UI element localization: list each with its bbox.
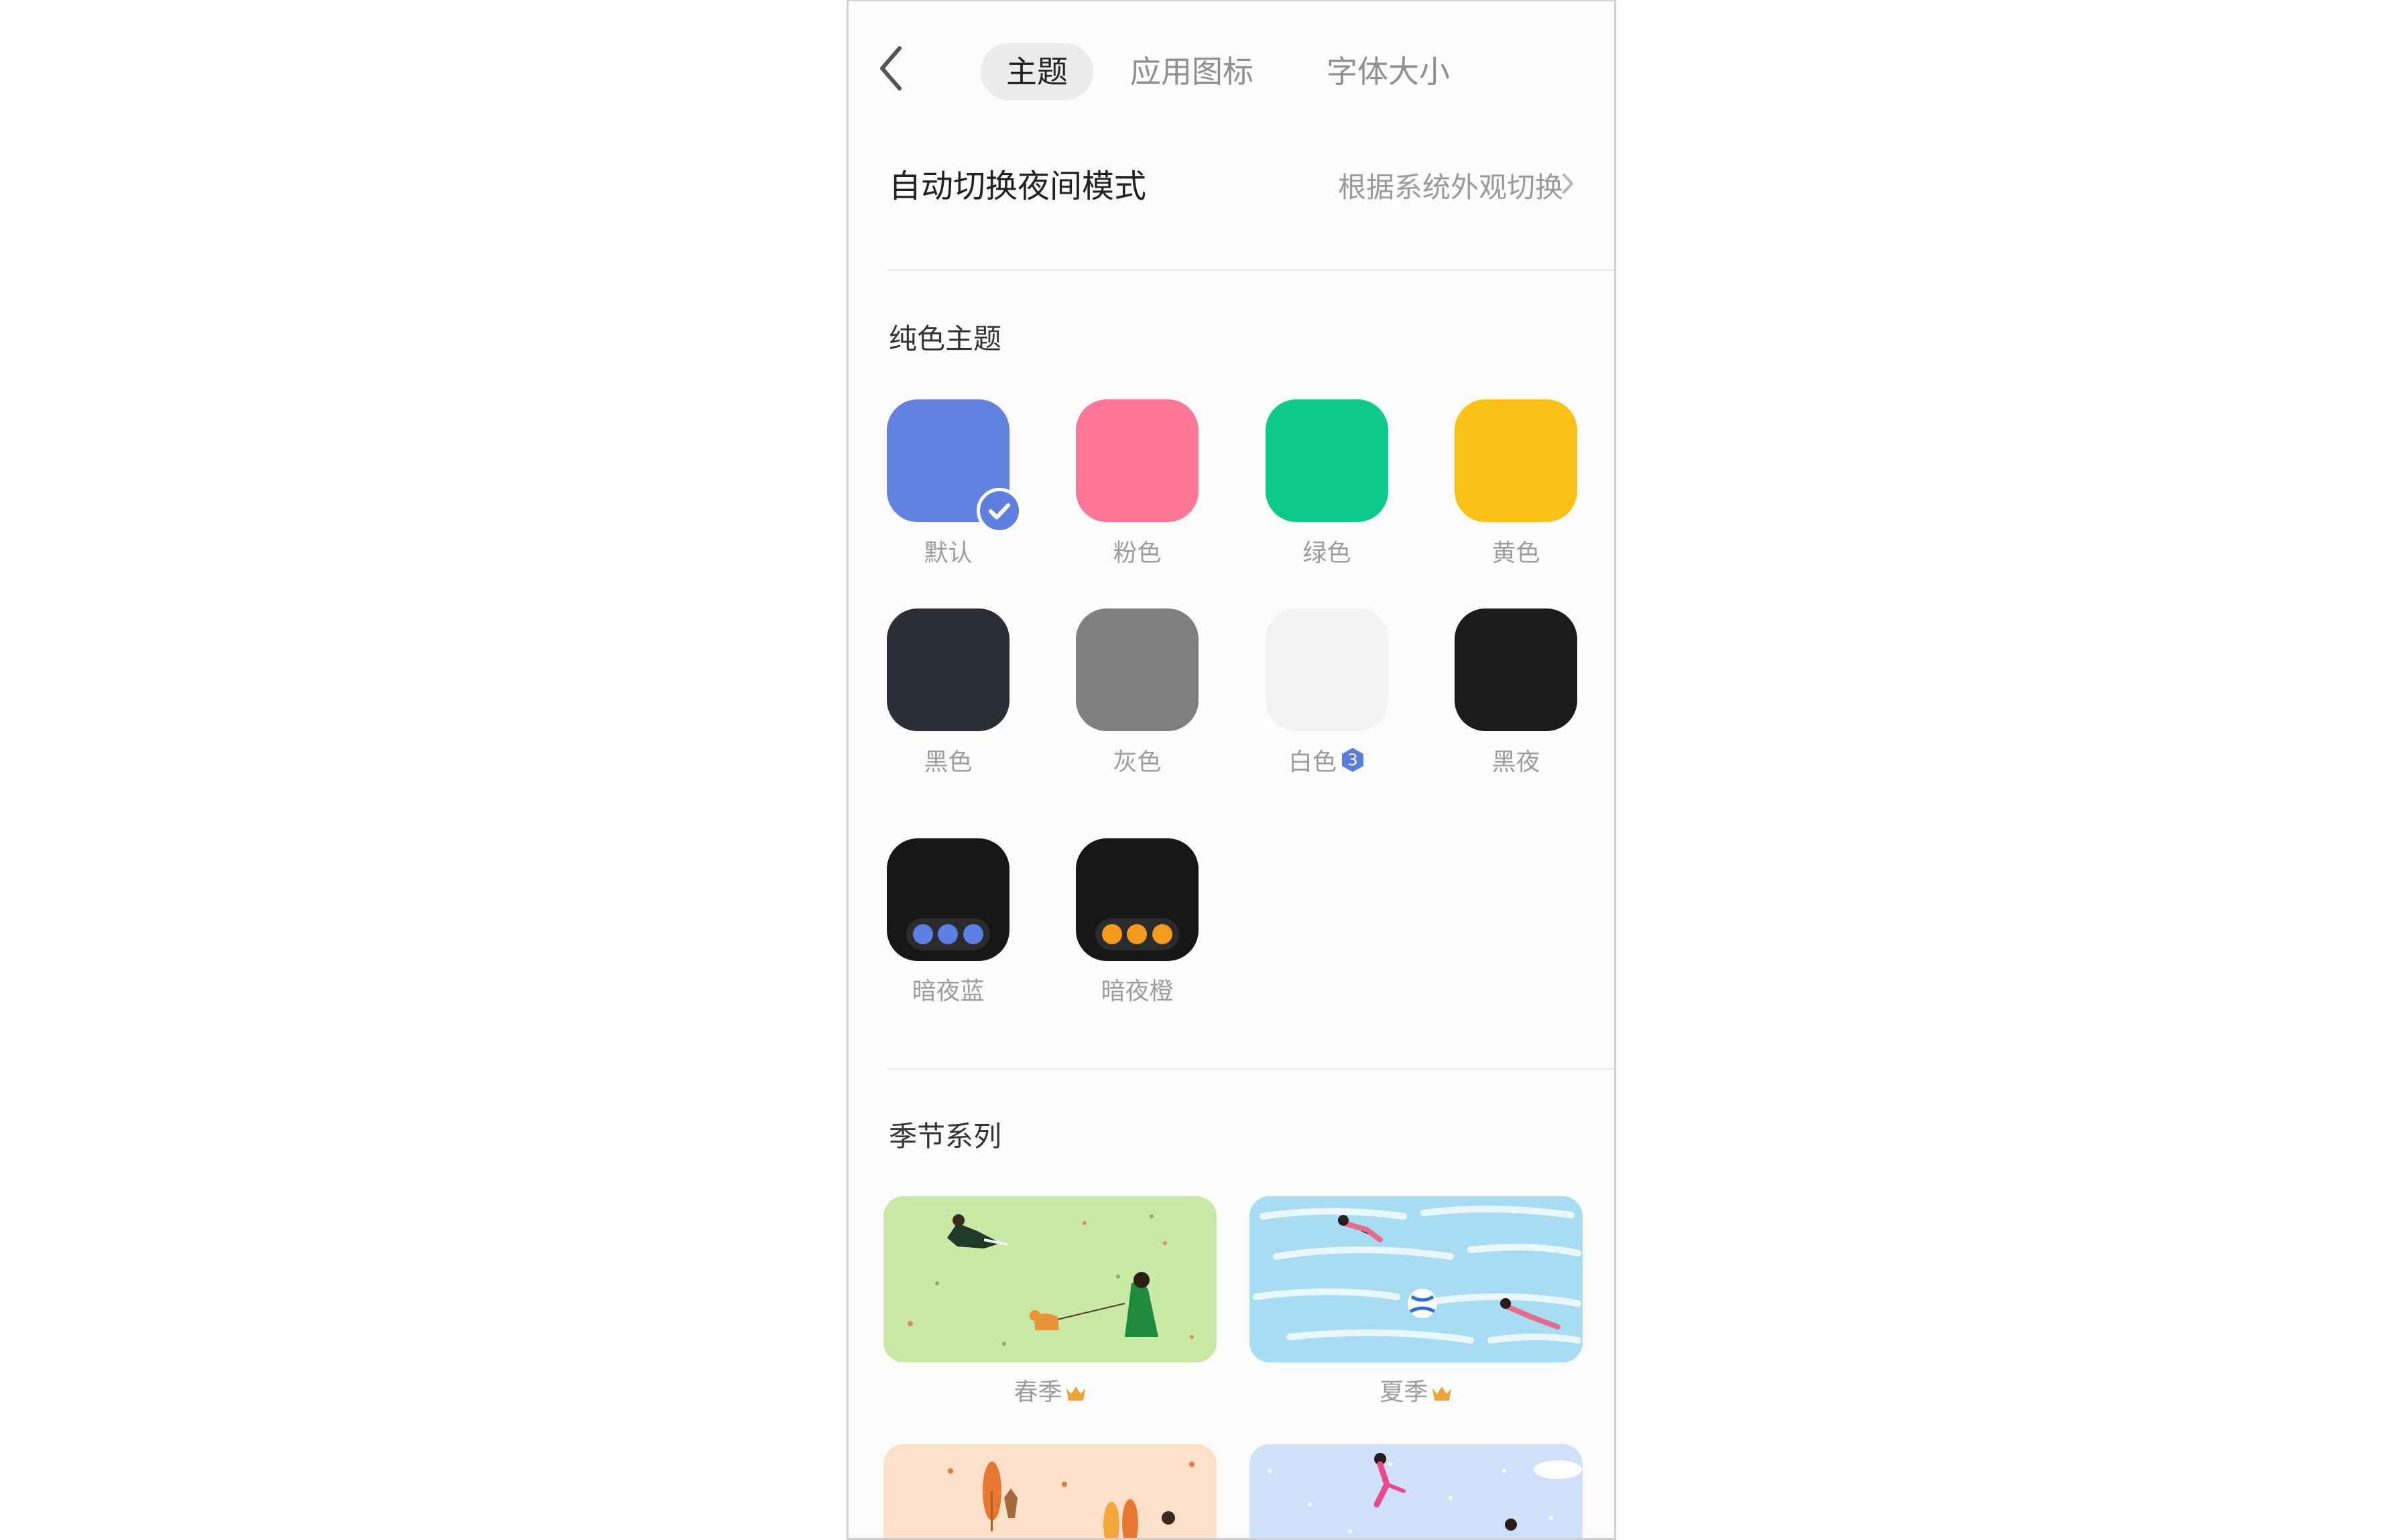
winter-illustration — [1249, 1444, 1583, 1538]
tab-app-icon[interactable]: 应用图标 — [1130, 43, 1253, 101]
theme-label-night: 黑夜 — [1491, 749, 1540, 776]
theme-label-default: 默认 — [924, 539, 973, 567]
dot — [938, 924, 959, 944]
summer-illustration — [1249, 1196, 1583, 1362]
season-label-spring-wrap: 春季 — [883, 1372, 1217, 1407]
season-label-spring: 春季 — [1014, 1378, 1062, 1406]
theme-label-dark-orange: 暗夜橙 — [1101, 978, 1174, 1005]
theme-label-yellow: 黄色 — [1491, 539, 1540, 567]
season-card-autumn[interactable] — [883, 1444, 1217, 1538]
theme-swatch-dark-orange[interactable] — [1076, 838, 1199, 961]
theme-label-green: 绿色 — [1302, 539, 1351, 567]
back-arrow-icon[interactable] — [874, 42, 912, 95]
theme-swatch-gray[interactable] — [1076, 608, 1199, 731]
dot — [963, 924, 984, 944]
spring-illustration — [883, 1196, 1217, 1362]
season-card-spring[interactable] — [883, 1196, 1217, 1362]
theme-label-black: 黑色 — [924, 749, 973, 776]
theme-label-white-wrap: 白色 3 — [1266, 743, 1388, 777]
theme-swatch-dark-blue[interactable] — [887, 838, 1009, 961]
theme-swatch-white[interactable] — [1266, 608, 1388, 731]
theme-label-pink: 粉色 — [1113, 539, 1162, 567]
theme-label-gray: 灰色 — [1113, 749, 1162, 776]
crown-icon — [1432, 1387, 1451, 1401]
dot — [1101, 924, 1122, 944]
theme-swatch-pink[interactable] — [1076, 399, 1199, 522]
auto-night-mode-value: 根据系统外观切换 — [1337, 171, 1563, 204]
badge-icon: 3 — [1342, 748, 1364, 772]
dot — [912, 924, 933, 944]
season-label-summer: 夏季 — [1380, 1378, 1428, 1406]
badge-count: 3 — [1347, 751, 1357, 769]
crown-icon — [1066, 1387, 1085, 1401]
theme-swatch-black[interactable] — [887, 608, 1009, 731]
chevron-right-icon — [1563, 174, 1573, 194]
season-label-summer-wrap: 夏季 — [1249, 1372, 1583, 1407]
solid-themes-title: 纯色主题 — [889, 322, 1002, 355]
season-card-winter[interactable] — [1249, 1444, 1583, 1538]
autumn-illustration — [883, 1444, 1217, 1538]
dot — [1152, 924, 1173, 944]
theme-swatch-night[interactable] — [1455, 608, 1577, 731]
auto-night-mode-title: 自动切换夜间模式 — [889, 168, 1147, 205]
selected-check-icon — [977, 488, 1022, 533]
auto-night-mode-row[interactable]: 自动切换夜间模式 根据系统外观切换 — [849, 135, 1614, 229]
tab-theme[interactable]: 主题 — [981, 43, 1093, 101]
theme-settings-screen: 主题 应用图标 字体大小 自动切换夜间模式 根据系统外观切换 纯色主题 默认 粉… — [847, 0, 1616, 1540]
tab-font-size[interactable]: 字体大小 — [1327, 43, 1450, 101]
dark-orange-dots — [1095, 918, 1179, 950]
theme-swatch-green[interactable] — [1266, 399, 1388, 522]
dark-blue-dots — [906, 918, 990, 950]
season-series-title: 季节系列 — [889, 1120, 1002, 1153]
theme-swatch-yellow[interactable] — [1455, 399, 1577, 522]
dot — [1127, 924, 1148, 944]
divider — [887, 1068, 1614, 1070]
theme-label-white: 白色 — [1288, 749, 1337, 776]
season-card-summer[interactable] — [1249, 1196, 1583, 1362]
divider — [887, 269, 1614, 271]
theme-label-dark-blue: 暗夜蓝 — [912, 978, 985, 1005]
